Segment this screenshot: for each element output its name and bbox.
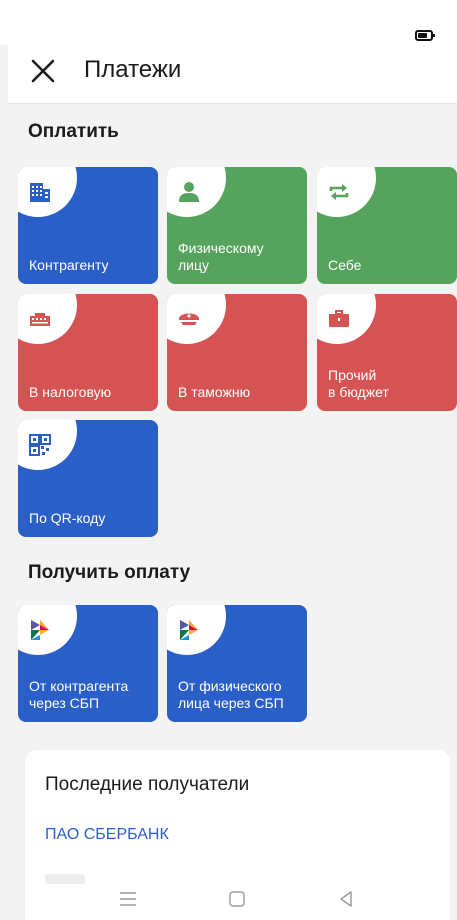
- person-icon: [179, 182, 199, 202]
- tile-label: Контрагенту: [29, 257, 109, 273]
- menu-button[interactable]: [117, 888, 139, 910]
- recent-recipients-title: Последние получатели: [45, 774, 250, 795]
- pay-tile-tax[interactable]: В налоговую: [18, 294, 158, 411]
- app-bar: Платежи: [8, 44, 457, 104]
- pay-tile-individual[interactable]: Физическому лицу: [167, 167, 307, 284]
- home-icon: [229, 891, 245, 907]
- close-icon: [31, 59, 55, 83]
- status-bar: [0, 0, 457, 44]
- repeat-arrows-icon: [329, 184, 349, 200]
- sbp-logo-icon: [31, 620, 49, 640]
- pay-tile-other-budget[interactable]: Прочий в бюджет: [317, 294, 457, 411]
- tile-label: От физического лица через СБП: [178, 678, 284, 711]
- home-button[interactable]: [226, 888, 248, 910]
- system-nav-bar: [0, 878, 457, 920]
- tile-label: В налоговую: [29, 384, 112, 400]
- receive-tile-counterparty-sbp[interactable]: От контрагента через СБП: [18, 605, 158, 722]
- tax-office-icon: [30, 313, 50, 326]
- pay-tile-self[interactable]: Себе: [317, 167, 457, 284]
- back-icon: [340, 891, 352, 907]
- pay-tile-customs[interactable]: В таможню: [167, 294, 307, 411]
- sbp-logo-icon: [180, 620, 198, 640]
- receive-tile-individual-sbp[interactable]: От физического лица через СБП: [167, 605, 307, 722]
- pay-section-title: Оплатить: [28, 121, 119, 142]
- briefcase-icon: [329, 310, 349, 327]
- qr-code-icon: [29, 434, 51, 456]
- receive-section-title: Получить оплату: [28, 562, 191, 583]
- battery-icon: [415, 30, 435, 41]
- building-icon: [30, 183, 50, 202]
- tile-label: Прочий в бюджет: [328, 367, 389, 400]
- pay-tile-counterparty[interactable]: Контрагенту: [18, 167, 158, 284]
- customs-cap-icon: [179, 313, 199, 325]
- close-button[interactable]: [28, 56, 58, 86]
- tile-label: В таможню: [178, 384, 251, 400]
- tile-label: Себе: [328, 257, 362, 273]
- page-title: Платежи: [84, 56, 182, 83]
- tile-label: По QR-коду: [29, 510, 106, 526]
- recent-recipient-item[interactable]: ПАО СБЕРБАНК: [45, 826, 169, 844]
- menu-icon: [120, 892, 136, 906]
- tile-label: От контрагента через СБП: [29, 678, 129, 711]
- tile-label: Физическому лицу: [178, 240, 264, 273]
- pay-tile-qr[interactable]: По QR-коду: [18, 420, 158, 537]
- back-button[interactable]: [335, 888, 357, 910]
